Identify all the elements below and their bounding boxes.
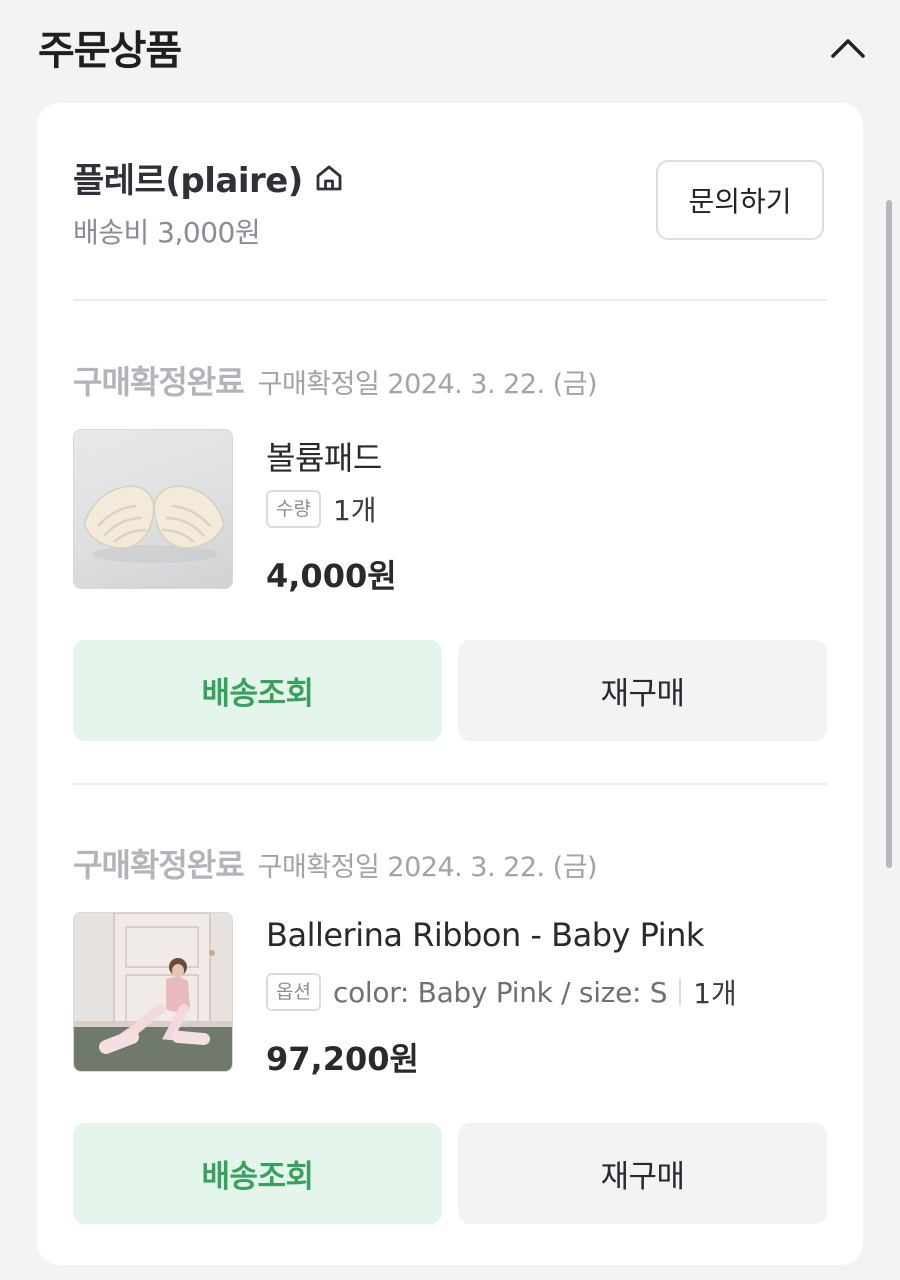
- order-date: 구매확정일 2024. 3. 22. (금): [257, 369, 598, 400]
- track-delivery-button[interactable]: 배송조회: [73, 640, 442, 741]
- quantity-value: 1개: [693, 977, 737, 1010]
- order-date: 구매확정일 2024. 3. 22. (금): [257, 852, 598, 883]
- quantity-value: 1개: [332, 494, 377, 527]
- order-status: 구매확정완료: [73, 363, 245, 401]
- inquiry-button[interactable]: 문의하기: [656, 160, 824, 240]
- product-name[interactable]: 볼륨패드: [266, 433, 382, 479]
- order-status: 구매확정완료: [73, 846, 245, 884]
- section-title: 주문상품: [38, 28, 182, 74]
- seller-row[interactable]: 플레르(plaire): [73, 153, 347, 202]
- product-thumbnail[interactable]: [73, 912, 233, 1072]
- rebuy-button[interactable]: 재구매: [458, 640, 827, 741]
- rebuy-button[interactable]: 재구매: [458, 1123, 827, 1224]
- chevron-up-icon[interactable]: [826, 26, 870, 70]
- order-item: 구매확정완료 구매확정일 2024. 3. 22. (금) 볼륨패드 수량 1개…: [73, 357, 827, 757]
- status-row: 구매확정완료 구매확정일 2024. 3. 22. (금): [73, 357, 598, 403]
- divider: [73, 783, 827, 785]
- order-card: 플레르(plaire) 배송비 3,000원 문의하기 구매확정완료 구매확정일…: [37, 103, 863, 1265]
- option-value: color: Baby Pink / size: S: [332, 975, 668, 1009]
- product-name[interactable]: Ballerina Ribbon - Baby Pink: [266, 916, 704, 954]
- option-separator: [679, 979, 682, 1005]
- product-thumbnail[interactable]: [73, 429, 233, 589]
- option-row: 수량 1개: [266, 489, 377, 529]
- scrollbar[interactable]: [886, 200, 892, 868]
- divider: [73, 299, 827, 301]
- order-item: 구매확정완료 구매확정일 2024. 3. 22. (금) Ballerina …: [73, 840, 827, 1240]
- product-price: 4,000원: [266, 557, 397, 595]
- status-row: 구매확정완료 구매확정일 2024. 3. 22. (금): [73, 840, 598, 886]
- quantity-badge: 수량: [266, 490, 321, 528]
- shipping-fee: 배송비 3,000원: [73, 216, 261, 249]
- option-row: 옵션 color: Baby Pink / size: S 1개: [266, 972, 737, 1012]
- option-badge: 옵션: [266, 973, 321, 1011]
- seller-name[interactable]: 플레르(plaire): [73, 153, 303, 202]
- product-price: 97,200원: [266, 1040, 419, 1078]
- home-icon[interactable]: [311, 160, 347, 196]
- track-delivery-button[interactable]: 배송조회: [73, 1123, 442, 1224]
